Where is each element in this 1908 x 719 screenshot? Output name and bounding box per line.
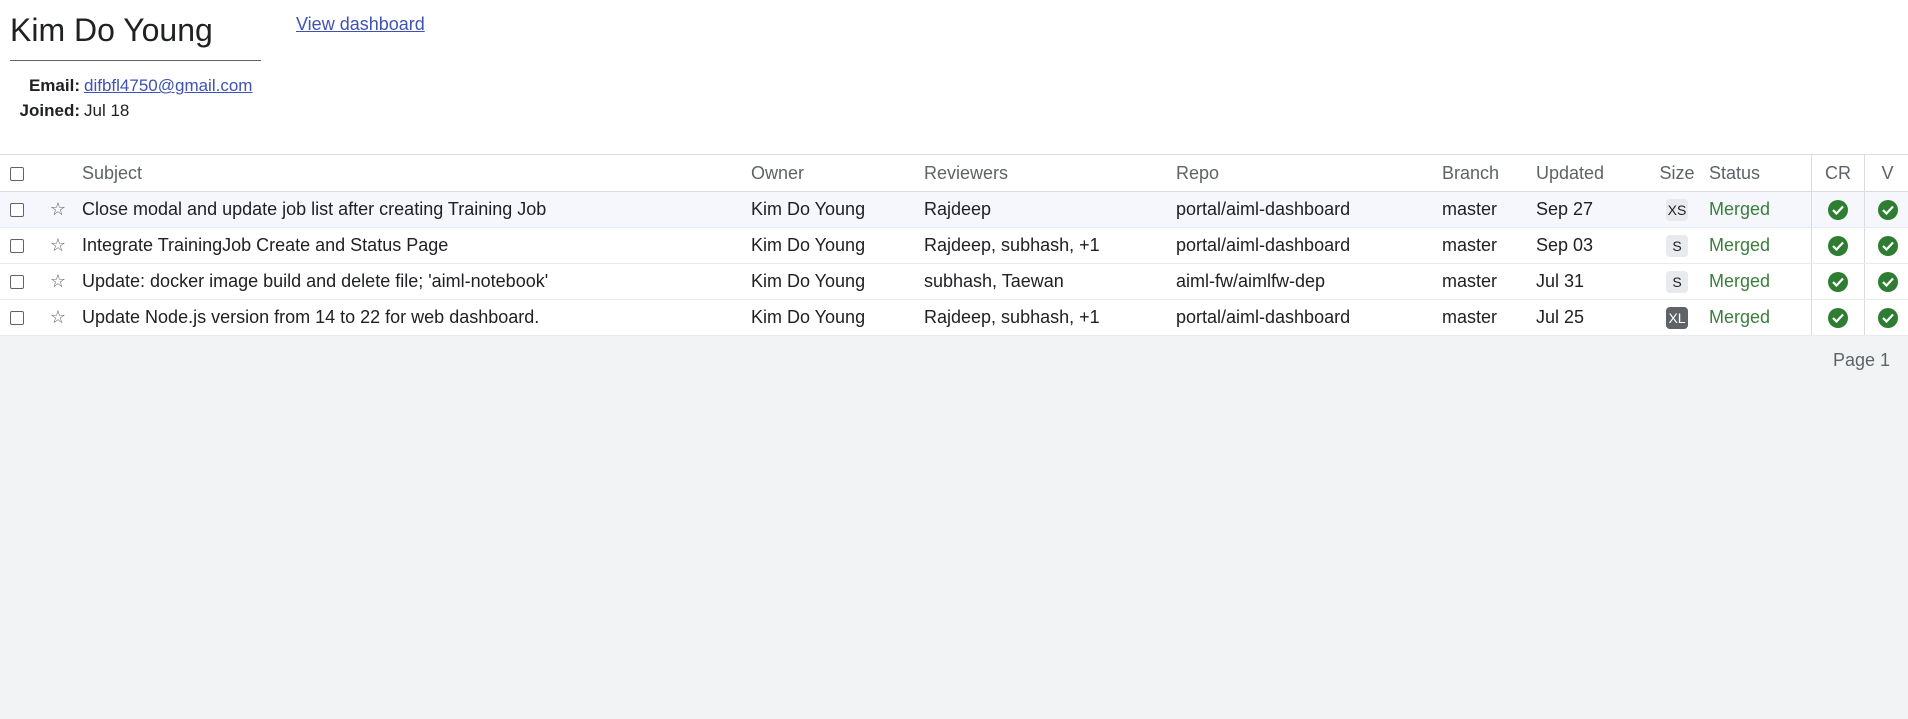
size-badge: XL	[1666, 306, 1688, 329]
reviewers-list[interactable]: Rajdeep	[924, 191, 1176, 228]
cr-approved-icon	[1828, 236, 1848, 257]
reviewers-list[interactable]: Rajdeep, subhash, +1	[924, 299, 1176, 336]
verified-approved-icon	[1877, 236, 1898, 257]
select-all-checkbox[interactable]	[10, 166, 24, 181]
verified-approved-icon	[1877, 308, 1898, 329]
status-text: Merged	[1709, 191, 1812, 228]
col-repo: Repo	[1176, 154, 1442, 192]
reviewers-list[interactable]: Rajdeep, subhash, +1	[924, 227, 1176, 264]
owner-name[interactable]: Kim Do Young	[751, 299, 924, 336]
branch-link[interactable]: master	[1442, 299, 1536, 336]
col-updated: Updated	[1536, 154, 1645, 192]
table-row[interactable]: ☆ Close modal and update job list after …	[0, 191, 1908, 228]
row-checkbox[interactable]	[10, 239, 24, 254]
table-row[interactable]: ☆ Update Node.js version from 14 to 22 f…	[0, 299, 1908, 336]
updated-date: Sep 03	[1536, 227, 1645, 264]
view-dashboard-link[interactable]: View dashboard	[296, 14, 425, 35]
size-badge: S	[1666, 234, 1688, 257]
table-row[interactable]: ☆ Integrate TrainingJob Create and Statu…	[0, 227, 1908, 264]
col-status: Status	[1709, 154, 1812, 192]
subject-link[interactable]: Integrate TrainingJob Create and Status …	[82, 227, 751, 264]
user-info: Kim Do Young Email: difbfl4750@gmail.com…	[10, 8, 261, 123]
verified-approved-icon	[1877, 200, 1898, 221]
user-details: Email: difbfl4750@gmail.com Joined: Jul …	[10, 73, 253, 123]
email-link[interactable]: difbfl4750@gmail.com	[84, 76, 252, 95]
subject-link[interactable]: Update Node.js version from 14 to 22 for…	[82, 299, 751, 336]
user-name: Kim Do Young	[10, 8, 261, 61]
user-header: Kim Do Young Email: difbfl4750@gmail.com…	[0, 0, 1908, 154]
branch-link[interactable]: master	[1442, 227, 1536, 264]
row-checkbox[interactable]	[10, 311, 24, 326]
select-all-cell	[0, 154, 34, 192]
email-label: Email:	[28, 76, 80, 95]
col-subject: Subject	[82, 154, 751, 192]
repo-link[interactable]: portal/aiml-dashboard	[1176, 299, 1442, 336]
size-badge: S	[1666, 270, 1688, 293]
page-indicator: Page 1	[1832, 350, 1890, 370]
owner-name[interactable]: Kim Do Young	[751, 263, 924, 300]
col-reviewers: Reviewers	[924, 154, 1176, 192]
col-branch: Branch	[1442, 154, 1536, 192]
owner-name[interactable]: Kim Do Young	[751, 227, 924, 264]
branch-link[interactable]: master	[1442, 263, 1536, 300]
repo-link[interactable]: portal/aiml-dashboard	[1176, 227, 1442, 264]
cr-approved-icon	[1828, 200, 1848, 221]
joined-value: Jul 18	[84, 101, 130, 120]
row-checkbox[interactable]	[10, 275, 24, 290]
star-icon[interactable]: ☆	[50, 199, 66, 220]
col-v: V	[1864, 154, 1908, 192]
star-icon[interactable]: ☆	[50, 235, 66, 256]
star-icon[interactable]: ☆	[50, 307, 66, 328]
col-size: Size	[1645, 154, 1709, 192]
status-text: Merged	[1709, 263, 1812, 300]
row-checkbox[interactable]	[10, 203, 24, 218]
cr-approved-icon	[1828, 308, 1848, 329]
verified-approved-icon	[1877, 272, 1898, 293]
joined-label: Joined:	[19, 101, 80, 120]
repo-link[interactable]: aiml-fw/aimlfw-dep	[1176, 263, 1442, 300]
col-cr: CR	[1811, 154, 1865, 192]
star-header	[34, 154, 82, 192]
table-row[interactable]: ☆ Update: docker image build and delete …	[0, 263, 1908, 300]
cr-approved-icon	[1828, 272, 1848, 293]
updated-date: Sep 27	[1536, 191, 1645, 228]
size-badge: XS	[1665, 198, 1689, 221]
reviewers-list[interactable]: subhash, Taewan	[924, 263, 1176, 300]
branch-link[interactable]: master	[1442, 191, 1536, 228]
col-owner: Owner	[751, 154, 924, 192]
updated-date: Jul 25	[1536, 299, 1645, 336]
subject-link[interactable]: Update: docker image build and delete fi…	[82, 263, 751, 300]
updated-date: Jul 31	[1536, 263, 1645, 300]
star-icon[interactable]: ☆	[50, 271, 66, 292]
table-header: Subject Owner Reviewers Repo Branch Upda…	[0, 154, 1908, 192]
status-text: Merged	[1709, 299, 1812, 336]
subject-link[interactable]: Close modal and update job list after cr…	[82, 191, 751, 228]
changes-table: Subject Owner Reviewers Repo Branch Upda…	[0, 154, 1908, 336]
owner-name[interactable]: Kim Do Young	[751, 191, 924, 228]
repo-link[interactable]: portal/aiml-dashboard	[1176, 191, 1442, 228]
status-text: Merged	[1709, 227, 1812, 264]
